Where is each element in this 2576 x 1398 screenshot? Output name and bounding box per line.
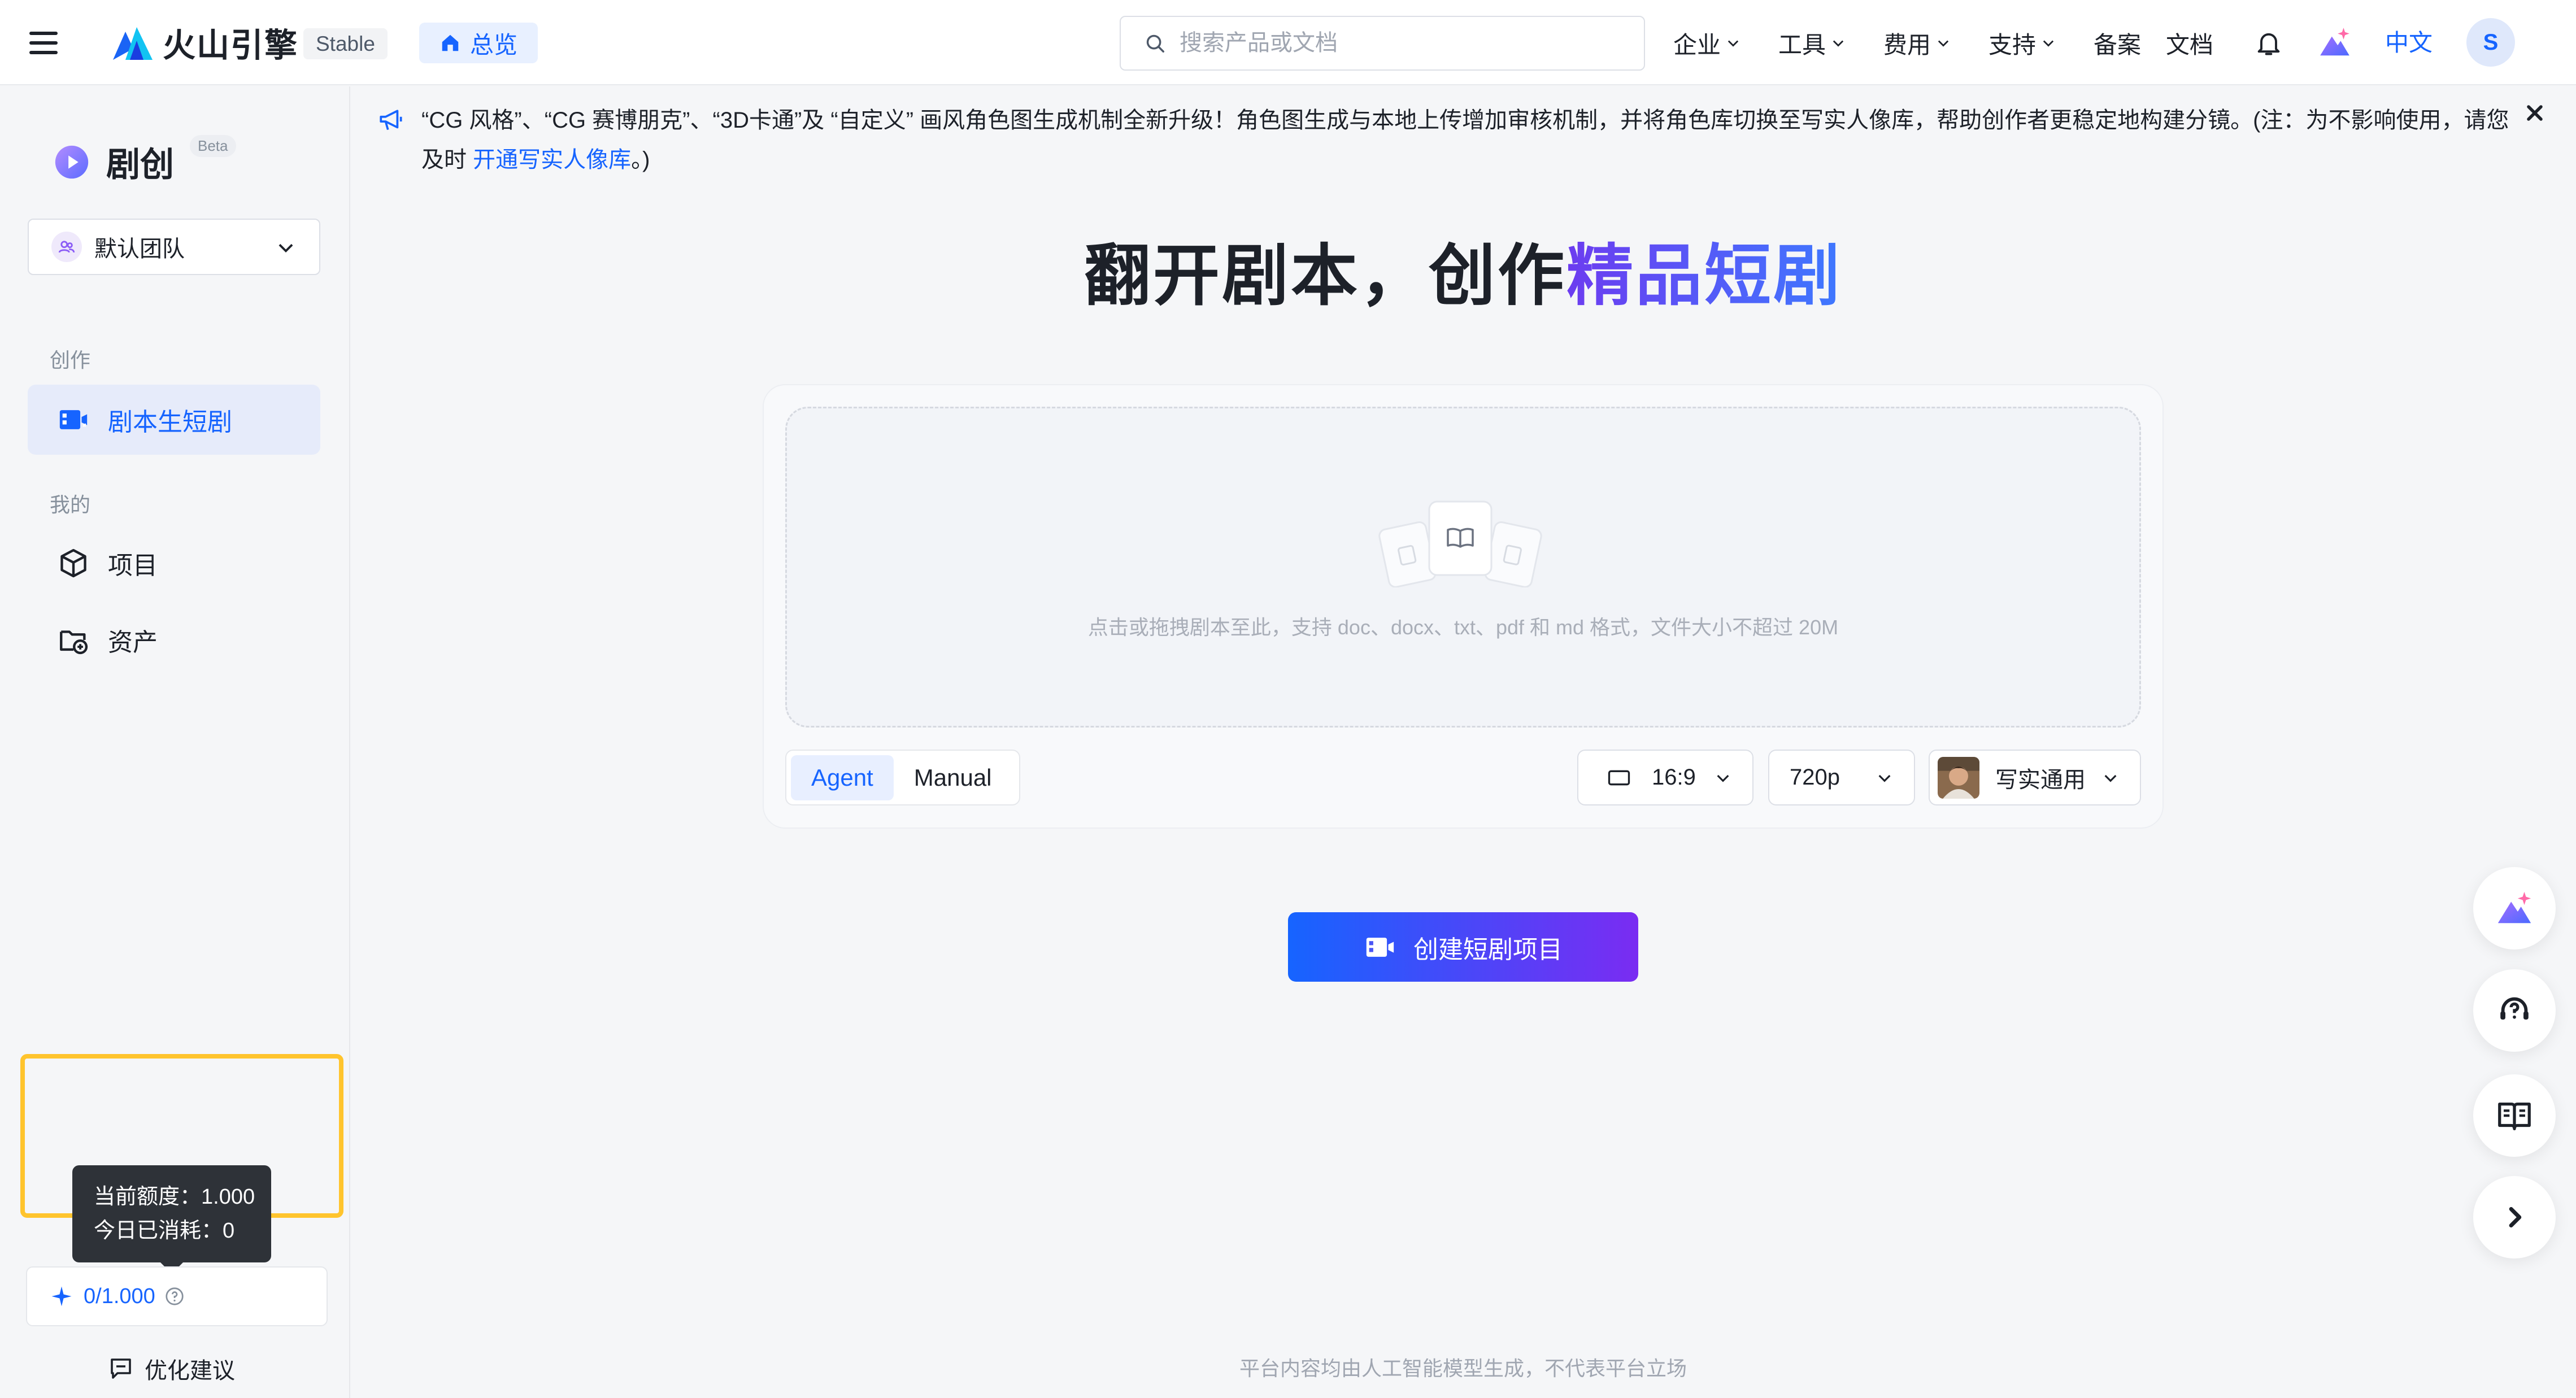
mode-agent[interactable]: Agent — [791, 755, 894, 800]
nav-enterprise[interactable]: 企业 — [1673, 26, 1741, 60]
nav-tools-label: 工具 — [1778, 31, 1826, 58]
style-value: 写实通用 — [1995, 767, 2086, 792]
nav-icp-label: 备案 — [2094, 31, 2142, 58]
chevron-down-icon — [2104, 774, 2117, 782]
juchuang-logo-icon — [55, 145, 89, 178]
nav-icp[interactable]: 备案 — [2094, 26, 2141, 60]
sidebar-item-label: 资产 — [108, 629, 158, 656]
announcement-tail: 。) — [631, 147, 650, 172]
help-icon[interactable] — [164, 1286, 185, 1306]
sidebar-item-script-to-drama[interactable]: 剧本生短剧 — [28, 385, 320, 455]
style-select[interactable]: 写实通用 — [1929, 750, 2141, 805]
sparkle-icon — [51, 1286, 72, 1306]
search-input[interactable] — [1180, 31, 1620, 56]
nav-enterprise-label: 企业 — [1673, 31, 1721, 58]
upload-document-icon — [1378, 500, 1542, 587]
chevron-down-icon — [1717, 774, 1729, 782]
clapper-icon — [59, 410, 88, 429]
search-icon — [1146, 34, 1164, 53]
announcement-text: “CG 风格”、“CG 赛博朋克”、“3D卡通”及 “自定义” 画风角色图生成机… — [421, 108, 2509, 172]
aspect-ratio-icon — [1608, 770, 1630, 785]
float-docs-button[interactable] — [2473, 1074, 2556, 1157]
nav-billing-label: 费用 — [1883, 31, 1931, 58]
page-title: 翻开剧本，创作精品短剧 — [0, 221, 2576, 318]
chevron-right-icon — [2509, 1207, 2522, 1228]
section-mine: 我的 — [50, 493, 91, 516]
float-support-button[interactable] — [2473, 969, 2556, 1052]
upload-hint: 点击或拖拽剧本至此，支持 doc、docx、txt、pdf 和 md 格式，文件… — [1087, 616, 1839, 639]
brand-name: 火山引擎 — [163, 27, 299, 64]
home-tab-label: 总览 — [470, 31, 518, 58]
chevron-down-icon — [1938, 40, 1949, 47]
language-switch[interactable]: 中文 — [2385, 26, 2433, 60]
close-icon[interactable] — [2522, 101, 2547, 125]
quota-card[interactable]: 0/1.000 — [26, 1266, 328, 1326]
nav-docs[interactable]: 文档 — [2166, 26, 2213, 60]
chevron-down-icon — [1728, 40, 1739, 47]
sidebar-item-label: 项目 — [108, 552, 158, 580]
chevron-down-icon — [1878, 774, 1891, 782]
home-icon — [442, 34, 459, 51]
quota-tooltip: 当前额度：1.000 今日已消耗：0 — [72, 1165, 271, 1274]
ai-disclaimer: 平台内容均由人工智能模型生成，不代表平台立场 — [1239, 1357, 1687, 1380]
chevron-down-icon — [1833, 40, 1844, 47]
ai-magic-icon — [2497, 891, 2531, 924]
nav-support[interactable]: 支持 — [1988, 26, 2056, 60]
float-collapse-button[interactable] — [2473, 1176, 2556, 1258]
sidebar-item-projects[interactable]: 项目 — [28, 528, 320, 598]
quota-current: 当前额度：1.000 — [94, 1185, 255, 1209]
chevron-down-icon — [2043, 40, 2054, 47]
style-thumbnail — [1938, 756, 1979, 799]
resolution-select[interactable]: 720p — [1768, 750, 1915, 805]
sidebar-item-label: 剧本生短剧 — [108, 408, 232, 436]
nav-billing[interactable]: 费用 — [1883, 26, 1951, 60]
nav-support-label: 支持 — [1988, 31, 2037, 58]
menu-icon[interactable] — [29, 32, 58, 54]
feedback-link[interactable]: 优化建议 — [107, 1352, 235, 1385]
bell-icon[interactable] — [2254, 28, 2283, 58]
aspect-ratio-value: 16:9 — [1652, 765, 1696, 790]
feedback-icon — [111, 1358, 131, 1379]
user-avatar[interactable]: S — [2466, 18, 2515, 67]
create-drama-project-label: 创建短剧项目 — [1413, 935, 1563, 964]
app-brand: 剧创 — [52, 137, 174, 186]
nav-tools[interactable]: 工具 — [1778, 26, 1846, 60]
top-bar: 火山引擎 Stable 总览 企业 工具 费用 支持 备案 文档 中文 S — [0, 0, 2576, 85]
quota-value: 0/1.000 — [84, 1284, 155, 1308]
announcement-banner: “CG 风格”、“CG 赛博朋克”、“3D卡通”及 “自定义” 画风角色图生成机… — [380, 101, 2515, 180]
page-title-accent: 精品短剧 — [1567, 239, 1843, 313]
aspect-ratio-select[interactable]: 16:9 — [1577, 750, 1753, 805]
env-tag: Stable — [303, 28, 388, 59]
book-icon — [2498, 1102, 2531, 1130]
section-create: 创作 — [50, 349, 91, 372]
home-tab[interactable]: 总览 — [419, 23, 538, 63]
mode-switch: Agent Manual — [785, 750, 1020, 805]
mode-manual[interactable]: Manual — [894, 755, 1012, 800]
search-box[interactable] — [1120, 16, 1645, 71]
folder-add-icon — [60, 630, 88, 655]
create-drama-project-button[interactable]: 创建短剧项目 — [1288, 912, 1638, 982]
headset-icon — [2500, 997, 2529, 1020]
beta-badge: Beta — [190, 135, 236, 157]
app-name: 剧创 — [106, 146, 174, 184]
quota-consumed: 今日已消耗：0 — [94, 1219, 235, 1243]
volcano-logo-icon — [113, 27, 153, 60]
nav-docs-label: 文档 — [2166, 31, 2214, 58]
cube-icon — [60, 548, 86, 578]
resolution-value: 720p — [1790, 765, 1840, 790]
page-title-prefix: 翻开剧本，创作 — [1084, 239, 1567, 313]
feedback-label: 优化建议 — [145, 1358, 235, 1383]
sidebar-item-assets[interactable]: 资产 — [28, 605, 320, 675]
float-ai-assistant-button[interactable] — [2473, 867, 2556, 950]
ai-magic-icon[interactable] — [2317, 25, 2352, 60]
clapper-icon — [1366, 937, 1394, 957]
enable-portrait-library-link[interactable]: 开通写实人像库 — [473, 147, 631, 172]
brand-logo[interactable]: 火山引擎 — [111, 23, 298, 64]
